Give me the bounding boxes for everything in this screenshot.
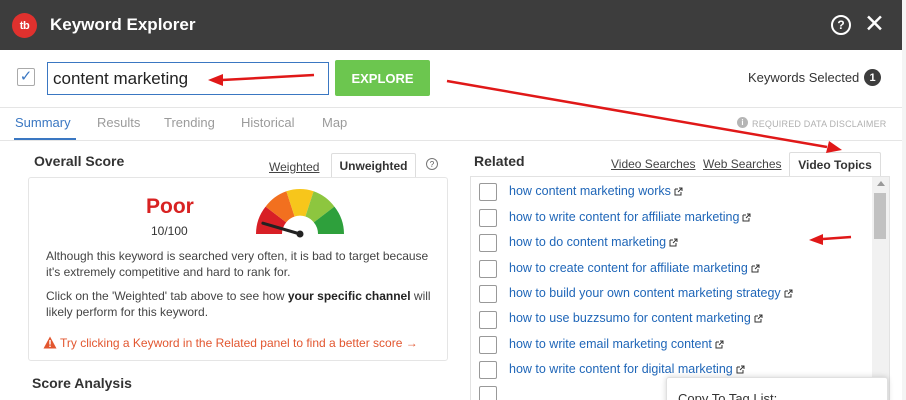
- related-item-link[interactable]: how to write email marketing content: [509, 337, 724, 351]
- tab-unweighted[interactable]: Unweighted: [331, 153, 416, 178]
- keywords-selected-count-badge[interactable]: 1: [864, 69, 881, 86]
- tab-video-searches[interactable]: Video Searches: [611, 157, 696, 171]
- tab-web-searches[interactable]: Web Searches: [703, 157, 782, 171]
- score-hint: Click on the 'Weighted' tab above to see…: [46, 289, 431, 319]
- score-rating: Poor: [146, 195, 194, 218]
- related-item-link[interactable]: how to write content for digital marketi…: [509, 362, 745, 376]
- info-icon[interactable]: i: [737, 117, 748, 128]
- tab-trending[interactable]: Trending: [164, 115, 215, 130]
- external-link-icon: [674, 187, 683, 196]
- tubebuddy-logo-icon: tb: [12, 13, 37, 38]
- related-item-checkbox[interactable]: [479, 260, 497, 278]
- scrollbar-thumb[interactable]: [874, 193, 886, 239]
- related-item-link[interactable]: how to create content for affiliate mark…: [509, 261, 760, 275]
- divider: [0, 107, 902, 108]
- score-analysis-title: Score Analysis: [32, 375, 132, 391]
- tab-summary[interactable]: Summary: [15, 115, 71, 130]
- related-title: Related: [474, 153, 525, 169]
- keyword-checkbox[interactable]: ✓: [17, 68, 35, 86]
- tab-map[interactable]: Map: [322, 115, 347, 130]
- score-gauge: [256, 189, 344, 238]
- gauge-pivot: [296, 230, 304, 238]
- score-description: Although this keyword is searched very o…: [46, 249, 429, 279]
- annotation-arrow: [446, 79, 828, 149]
- window-edge: [902, 0, 906, 400]
- help-icon[interactable]: ?: [831, 15, 851, 35]
- related-item-checkbox[interactable]: [479, 361, 497, 379]
- external-link-icon: [751, 264, 760, 273]
- related-item-checkbox[interactable]: [479, 183, 497, 201]
- explore-button[interactable]: EXPLORE: [335, 60, 430, 96]
- score-tip-link[interactable]: Try clicking a Keyword in the Related pa…: [60, 336, 418, 350]
- copy-to-tag-list-popup[interactable]: Copy To Tag List:: [666, 377, 888, 400]
- external-link-icon: [784, 289, 793, 298]
- overall-score-title: Overall Score: [34, 153, 125, 169]
- external-link-icon: [715, 340, 724, 349]
- related-item-checkbox[interactable]: [479, 386, 497, 400]
- search-input[interactable]: content marketing: [47, 62, 329, 95]
- scroll-up-arrow-icon[interactable]: [877, 181, 885, 186]
- tab-weighted[interactable]: Weighted: [269, 160, 319, 174]
- close-icon[interactable]: ✕: [864, 9, 885, 39]
- tab-results[interactable]: Results: [97, 115, 140, 130]
- related-item-checkbox[interactable]: [479, 336, 497, 354]
- external-link-icon: [754, 314, 763, 323]
- related-item-checkbox[interactable]: [479, 285, 497, 303]
- data-disclaimer-link[interactable]: REQUIRED DATA DISCLAIMER: [752, 119, 887, 129]
- window-title: Keyword Explorer: [50, 15, 196, 34]
- tab-historical[interactable]: Historical: [241, 115, 294, 130]
- related-item-checkbox[interactable]: [479, 209, 497, 227]
- external-link-icon: [669, 238, 678, 247]
- related-item-link[interactable]: how to write content for affiliate marke…: [509, 210, 751, 224]
- tab-video-topics[interactable]: Video Topics: [789, 152, 881, 177]
- warning-icon: [43, 336, 57, 349]
- title-bar: tb Keyword Explorer ? ✕: [0, 0, 902, 50]
- help-icon[interactable]: ?: [426, 158, 438, 170]
- related-item-link[interactable]: how to build your own content marketing …: [509, 286, 793, 300]
- related-item-link[interactable]: how to use buzzsumo for content marketin…: [509, 311, 763, 325]
- divider: [0, 140, 902, 141]
- related-item-link[interactable]: how to do content marketing: [509, 235, 678, 249]
- external-link-icon: [736, 365, 745, 374]
- related-item-checkbox[interactable]: [479, 234, 497, 252]
- external-link-icon: [742, 213, 751, 222]
- related-item-checkbox[interactable]: [479, 311, 497, 329]
- keywords-selected-label[interactable]: Keywords Selected: [748, 70, 859, 85]
- related-item-link[interactable]: how content marketing works: [509, 184, 683, 198]
- copy-to-tag-list-label: Copy To Tag List:: [678, 391, 778, 400]
- score-value: 10/100: [151, 224, 188, 238]
